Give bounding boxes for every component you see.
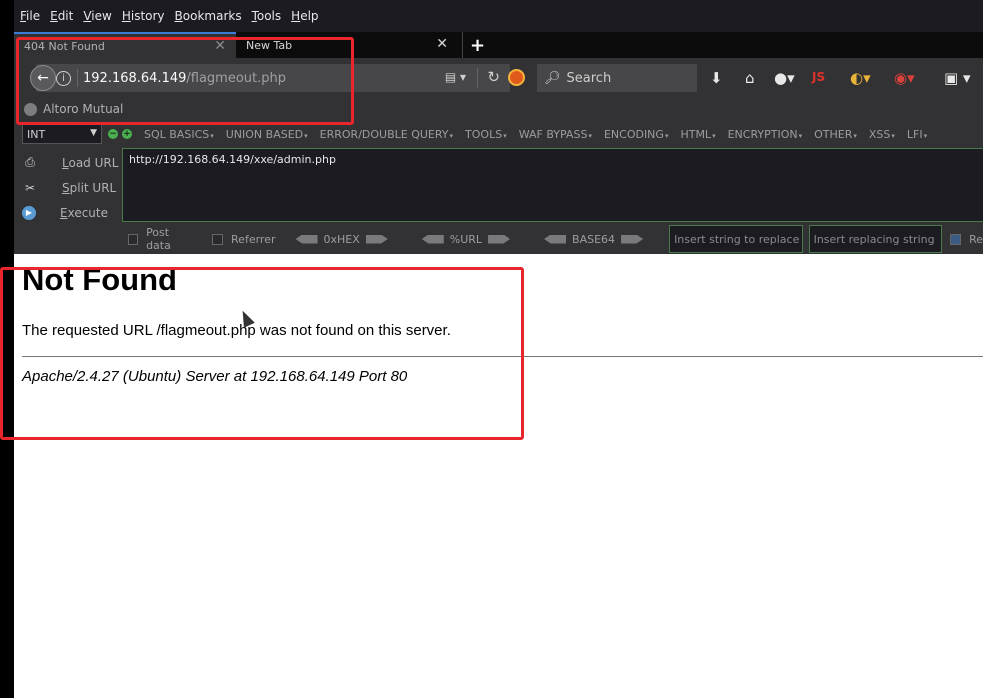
arrow-left-icon[interactable] — [295, 234, 318, 244]
load-url-button[interactable]: ⎙ Load URL — [22, 150, 122, 175]
replace-string-input[interactable]: Insert string to replace — [669, 225, 803, 253]
arrow-right-icon[interactable] — [621, 234, 644, 244]
menubar: File Edit View History Bookmarks Tools H… — [14, 0, 983, 32]
stack-icon[interactable]: ◉▾ — [894, 69, 915, 87]
search-box[interactable]: 🔎︎ — [537, 64, 697, 92]
execute-label: Execute — [60, 205, 108, 220]
menu-union-based[interactable]: UNION BASED — [226, 128, 308, 141]
referrer-checkbox[interactable]: Referrer — [212, 232, 276, 246]
type-select[interactable]: INT ▼ — [22, 124, 102, 144]
hex-label: 0xHEX — [323, 232, 360, 246]
minus-icon[interactable]: − — [108, 129, 118, 139]
download-icon[interactable]: ⬇ — [710, 69, 723, 87]
checkbox-box — [212, 233, 224, 245]
menu-file[interactable]: File — [20, 9, 40, 23]
menu-waf-bypass[interactable]: WAF BYPASS — [519, 128, 592, 141]
chevron-down-icon: ▼ — [90, 128, 97, 138]
home-icon[interactable]: ⌂ — [745, 69, 755, 87]
menu-encryption[interactable]: ENCRYPTION — [728, 128, 803, 141]
menu-tools[interactable]: Tools — [252, 9, 282, 23]
load-url-label: Load URL — [62, 155, 119, 170]
extension-icon[interactable]: ◐▾ — [850, 69, 871, 87]
url-converter: %URL — [416, 233, 516, 246]
url-encode-label: %URL — [449, 232, 483, 246]
type-select-value: INT — [27, 127, 46, 141]
scissors-icon: ✂ — [24, 180, 36, 195]
menu-edit[interactable]: Edit — [50, 9, 73, 23]
arrow-left-icon: ← — [37, 70, 49, 86]
arrow-left-icon[interactable] — [544, 234, 567, 244]
close-icon[interactable]: ✕ — [436, 36, 448, 52]
arrow-right-icon[interactable] — [488, 234, 511, 244]
replace-checkbox[interactable]: Re — [950, 233, 983, 246]
replacing-string-input[interactable]: Insert replacing string — [808, 225, 943, 253]
screen: File Edit View History Bookmarks Tools H… — [0, 0, 983, 698]
plus-icon[interactable]: + — [122, 129, 132, 139]
menu-help[interactable]: Help — [291, 9, 318, 23]
base64-label: BASE64 — [572, 232, 616, 246]
hackbar-panel: INT ▼ − + SQL BASICS UNION BASED ERROR/D… — [14, 120, 983, 254]
hex-converter: 0xHEX — [290, 233, 394, 246]
arrow-right-icon[interactable] — [365, 234, 388, 244]
checkbox-box — [950, 233, 962, 245]
menu-view[interactable]: View — [83, 9, 111, 23]
menu-sql-basics[interactable]: SQL BASICS — [144, 128, 214, 141]
annotation-box-content — [0, 267, 524, 440]
menu-encoding[interactable]: ENCODING — [604, 128, 669, 141]
menu-bookmarks[interactable]: Bookmarks — [175, 9, 242, 23]
divider — [477, 68, 478, 88]
menu-lfi[interactable]: LFI — [907, 128, 927, 141]
plus-icon: + — [469, 34, 486, 56]
hackbar-actions: ⎙ Load URL ✂ Split URL ▶ Execute — [22, 150, 122, 225]
menu-other[interactable]: OTHER — [814, 128, 857, 141]
hackbar-menu: INT ▼ − + SQL BASICS UNION BASED ERROR/D… — [14, 124, 983, 144]
arrow-left-icon[interactable] — [421, 234, 444, 244]
search-input[interactable] — [566, 70, 687, 86]
play-icon: ▶ — [22, 205, 36, 220]
back-button[interactable]: ← — [30, 65, 56, 91]
addon-icon[interactable]: ●▾ — [774, 69, 795, 87]
checkbox-box — [128, 233, 139, 245]
menu-tools[interactable]: TOOLS — [465, 128, 507, 141]
menu-history[interactable]: History — [122, 9, 165, 23]
split-url-button[interactable]: ✂ Split URL — [22, 175, 122, 200]
base64-converter: BASE64 — [538, 233, 649, 246]
menu-error-double-query[interactable]: ERROR/DOUBLE QUERY — [320, 128, 453, 141]
execute-button[interactable]: ▶ Execute — [22, 200, 122, 225]
js-icon[interactable]: JS — [812, 70, 825, 84]
new-tab-button[interactable]: + — [462, 32, 492, 58]
annotation-box-url — [16, 37, 354, 125]
search-icon: 🔎︎ — [544, 70, 561, 86]
post-data-checkbox[interactable]: Post data — [128, 226, 192, 252]
referrer-label: Referrer — [231, 232, 276, 246]
printer-icon: ⎙ — [25, 155, 35, 169]
reload-icon[interactable]: ↻ — [487, 68, 500, 86]
post-data-label: Post data — [146, 226, 171, 252]
menu-xss[interactable]: XSS — [869, 128, 895, 141]
noscript-icon[interactable] — [508, 69, 525, 86]
share-icon[interactable]: ▣ ▾ — [944, 69, 970, 87]
re-label: Re — [969, 232, 983, 246]
menu-html[interactable]: HTML — [680, 128, 715, 141]
hackbar-url-textarea[interactable]: http://192.168.64.149/xxe/admin.php — [122, 148, 983, 222]
split-url-label: Split URL — [62, 180, 117, 195]
hackbar-options: Post data Referrer 0xHEX %URL BASE64 Ins… — [14, 225, 983, 253]
page-actions-icon[interactable]: ▤ ▾ — [445, 70, 466, 84]
